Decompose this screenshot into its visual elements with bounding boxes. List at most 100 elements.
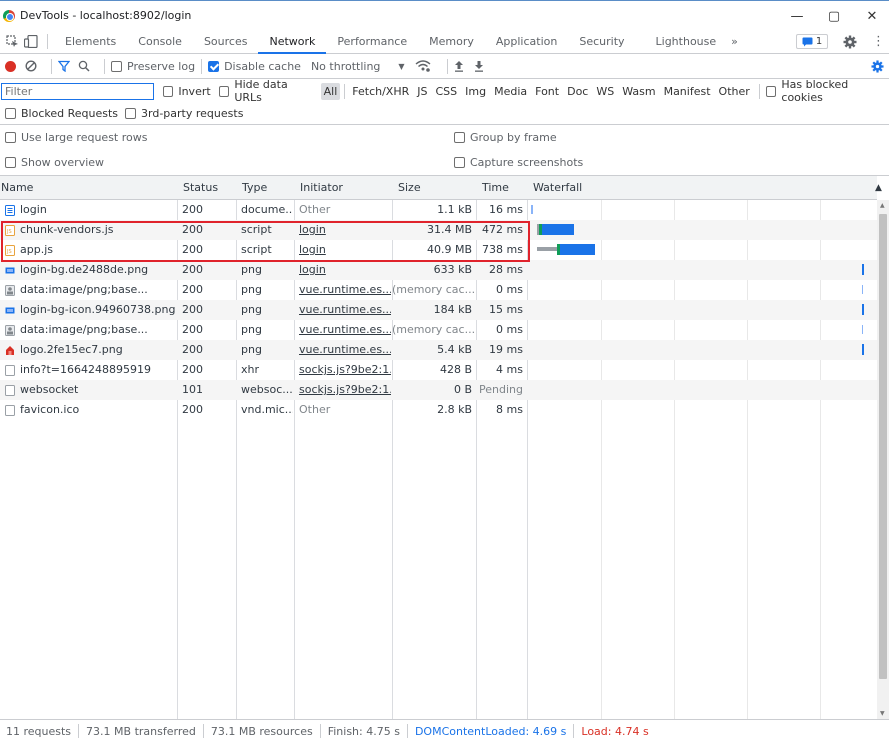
filter-type-css[interactable]: CSS [432,83,460,100]
request-name[interactable]: data:image/png;base... [20,280,176,300]
has-blocked-cookies-checkbox[interactable] [765,85,777,97]
column-header-size[interactable]: Size [397,176,421,200]
scroll-down-arrow-icon[interactable]: ▼ [880,710,885,717]
preserve-log-checkbox[interactable] [111,60,122,72]
show-overview-checkbox[interactable] [5,157,16,168]
throttling-select[interactable]: No throttling [311,60,380,73]
sort-ascending-icon[interactable]: ▲ [874,176,882,200]
waterfall-bar [531,204,533,214]
column-header-waterfall[interactable]: Waterfall [532,176,582,200]
file-icon [5,405,15,416]
request-name[interactable]: login-bg.de2488de.png [20,260,176,280]
minimize-button[interactable]: — [780,1,814,31]
filter-type-ws[interactable]: WS [593,83,617,100]
request-initiator[interactable]: sockjs.js?9be2:1... [299,360,391,380]
filter-type-media[interactable]: Media [491,83,530,100]
third-party-requests-label: 3rd-party requests [141,107,244,120]
network-status-bar: 11 requests 73.1 MB transferred 73.1 MB … [0,719,889,742]
column-header-time[interactable]: Time [481,176,509,200]
network-settings-icon[interactable] [871,60,884,73]
request-type: xhr [241,363,260,376]
request-type: png [241,323,262,336]
image-file-icon [5,265,15,276]
request-status: 200 [182,323,203,336]
dom-content-loaded-time: DOMContentLoaded: 4.69 s [414,724,567,738]
request-initiator[interactable]: login [299,260,391,280]
request-status: 101 [182,383,203,396]
export-har-icon[interactable] [474,60,484,72]
record-button[interactable] [5,60,16,72]
scroll-up-arrow-icon[interactable]: ▲ [880,202,885,209]
tab-elements[interactable]: Elements [54,30,127,54]
request-name[interactable]: favicon.ico [20,400,176,420]
invert-checkbox[interactable] [162,85,174,97]
request-size: 5.4 kB [437,343,472,356]
column-header-initiator[interactable]: Initiator [299,176,343,200]
request-initiator[interactable]: vue.runtime.es... [299,340,391,360]
request-time: 15 ms [489,303,523,316]
filter-type-img[interactable]: Img [462,83,489,100]
issues-badge[interactable]: 1 [796,34,828,49]
maximize-button[interactable]: ▢ [817,1,851,31]
filter-icon[interactable] [58,60,70,72]
close-button[interactable]: ✕ [855,1,889,31]
scrollbar-thumb[interactable] [879,214,887,679]
request-name[interactable]: login-bg-icon.94960738.png [20,300,176,320]
filter-type-js[interactable]: JS [414,83,430,100]
disable-cache-checkbox[interactable] [208,60,220,72]
request-initiator[interactable]: sockjs.js?9be2:1... [299,380,391,400]
hide-data-urls-checkbox[interactable] [218,85,230,97]
request-name[interactable]: logo.2fe15ec7.png [20,340,176,360]
more-options-icon[interactable]: ⋮ [872,35,885,48]
tab-network[interactable]: Network [258,30,327,54]
request-status: 200 [182,303,203,316]
filter-type-manifest[interactable]: Manifest [661,83,714,100]
filter-input[interactable] [1,82,154,100]
filter-type-font[interactable]: Font [532,83,562,100]
waterfall-bar [542,223,574,235]
request-name[interactable]: login [20,200,176,220]
third-party-requests-checkbox[interactable] [125,108,137,119]
tab-memory[interactable]: Memory [418,30,485,54]
tab-application[interactable]: Application [485,30,568,54]
request-name[interactable]: info?t=1664248895919 [20,360,176,380]
request-initiator[interactable]: vue.runtime.es... [299,320,391,340]
filter-type-fetch-xhr[interactable]: Fetch/XHR [349,83,412,100]
filter-type-wasm[interactable]: Wasm [619,83,658,100]
search-icon[interactable] [78,60,90,72]
filter-type-other[interactable]: Other [716,83,753,100]
tab-performance[interactable]: Performance [326,30,418,54]
tab-security[interactable]: Security [568,30,644,54]
request-size: 428 B [439,363,472,376]
network-conditions-icon[interactable] [415,60,431,72]
column-header-name[interactable]: Name [0,176,33,200]
blocked-requests-checkbox[interactable] [5,108,16,119]
import-har-icon[interactable] [454,60,464,72]
column-header-status[interactable]: Status [182,176,218,200]
column-header-type[interactable]: Type [241,176,267,200]
issues-count: 1 [815,36,823,47]
request-initiator[interactable]: vue.runtime.es... [299,300,391,320]
request-name[interactable]: data:image/png;base... [20,320,176,340]
waterfall-chart [528,200,877,420]
request-name[interactable]: websocket [20,380,176,400]
has-blocked-cookies-label: Has blocked cookies [781,78,849,104]
more-tabs-button[interactable]: » [727,30,742,54]
tab-sources[interactable]: Sources [193,30,259,54]
filter-type-doc[interactable]: Doc [564,83,591,100]
large-request-rows-checkbox[interactable] [5,132,16,143]
divider [446,58,448,74]
inspect-element-icon[interactable] [3,35,21,48]
throttling-dropdown-icon[interactable]: ▼ [398,62,404,71]
clear-icon[interactable] [25,60,37,72]
request-initiator[interactable]: vue.runtime.es... [299,280,391,300]
settings-gear-icon[interactable] [843,35,857,49]
table-scrollbar[interactable]: ▲ ▼ [877,200,889,719]
tab-console[interactable]: Console [127,30,193,54]
device-toolbar-icon[interactable] [21,35,41,48]
filter-type-all[interactable]: All [320,82,341,100]
filter-bar-secondary: Blocked Requests 3rd-party requests [0,103,889,125]
capture-screenshots-checkbox[interactable] [454,157,465,168]
tab-lighthouse[interactable]: Lighthouse [645,30,728,54]
group-by-frame-checkbox[interactable] [454,132,465,143]
